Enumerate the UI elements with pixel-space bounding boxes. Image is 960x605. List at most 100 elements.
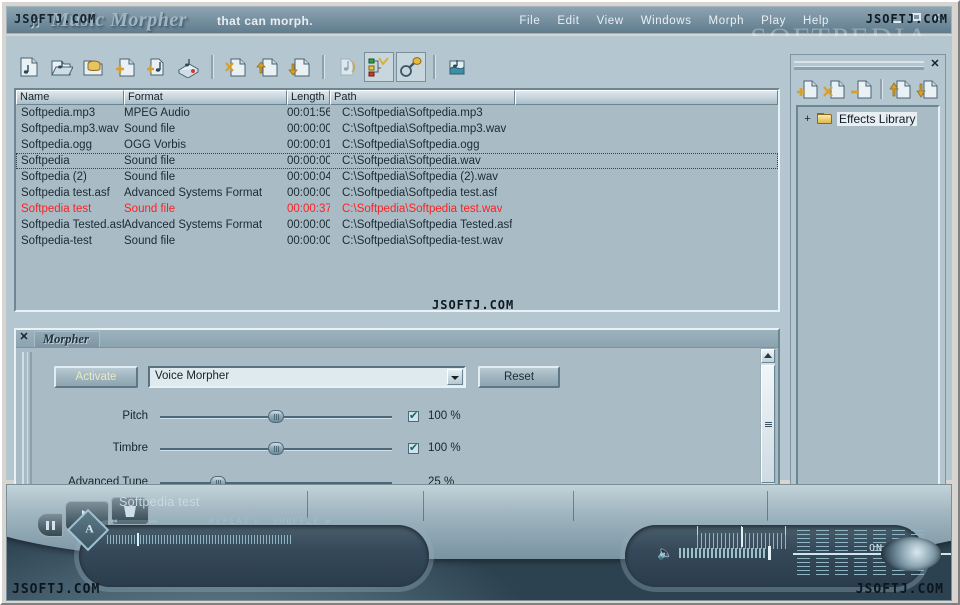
scrollbar-thumb[interactable] bbox=[761, 365, 775, 483]
file-list[interactable]: Name Format Length Path Softpedia.mp3 MP… bbox=[14, 88, 780, 312]
repeat-icon[interactable]: ↻ bbox=[254, 517, 260, 527]
cell-name: Softpedia (2) bbox=[21, 171, 87, 183]
pitch-checkbox[interactable] bbox=[408, 409, 419, 422]
skip-previous-icon[interactable]: ⏮ bbox=[109, 517, 149, 527]
skip-next-icon[interactable]: ⏭ bbox=[149, 517, 209, 527]
dock-drag-bar[interactable]: ✕ bbox=[794, 58, 942, 72]
column-header-extra[interactable] bbox=[515, 90, 778, 105]
seek-slider[interactable] bbox=[107, 533, 292, 546]
window-controls: ✕ bbox=[890, 11, 945, 26]
cell-length: 00:00:04 bbox=[287, 171, 330, 183]
effects-tree[interactable]: + Effects Library bbox=[796, 105, 940, 501]
tree-node-label: Effects Library bbox=[837, 112, 918, 126]
shuffle-label[interactable]: SHUFFLE bbox=[272, 517, 320, 527]
cell-format: Sound file bbox=[124, 155, 176, 167]
table-row[interactable]: Softpedia Sound file 00:00:00 C:\Softped… bbox=[16, 153, 778, 169]
table-row[interactable]: Softpedia Tested.asf Advanced Systems Fo… bbox=[16, 217, 778, 233]
volume-control[interactable]: 🔈 bbox=[657, 545, 772, 561]
table-row[interactable]: Softpedia.ogg OGG Vorbis 00:00:01 C:\Sof… bbox=[16, 137, 778, 153]
cell-name: Softpedia.ogg bbox=[21, 139, 92, 151]
volume-knob[interactable] bbox=[768, 546, 772, 560]
record-button[interactable] bbox=[174, 52, 204, 82]
preset-select[interactable]: Voice Morpher bbox=[148, 366, 466, 388]
menu-item-edit[interactable]: Edit bbox=[555, 14, 581, 28]
column-header-format[interactable]: Format bbox=[124, 90, 287, 105]
cell-name: Softpedia.mp3.wav bbox=[21, 123, 119, 135]
table-row[interactable]: Softpedia.mp3 MPEG Audio 00:01:56 C:\Sof… bbox=[16, 105, 778, 121]
dock-close-button[interactable]: ✕ bbox=[929, 58, 941, 71]
table-row[interactable]: Softpedia test.asf Advanced Systems Form… bbox=[16, 185, 778, 201]
save-file-button[interactable] bbox=[78, 52, 108, 82]
column-header-name[interactable]: Name bbox=[16, 90, 124, 105]
dock-grip[interactable] bbox=[794, 61, 924, 70]
scroll-up-arrow[interactable] bbox=[761, 349, 775, 363]
morpher-close-button[interactable]: ✕ bbox=[18, 331, 30, 344]
pause-button[interactable] bbox=[37, 513, 63, 537]
maximize-button[interactable] bbox=[909, 11, 926, 26]
add-file-button[interactable] bbox=[110, 52, 140, 82]
voice-morph-button[interactable] bbox=[396, 52, 426, 82]
chevron-down-icon[interactable] bbox=[447, 369, 463, 385]
move-up-button[interactable] bbox=[253, 52, 283, 82]
menu-item-morph[interactable]: Morph bbox=[707, 14, 747, 28]
cell-path: C:\Softpedia\Softpedia.wav bbox=[342, 155, 481, 167]
menu-item-windows[interactable]: Windows bbox=[639, 14, 694, 28]
timbre-checkbox[interactable] bbox=[408, 441, 419, 454]
cell-format: Sound file bbox=[124, 235, 176, 247]
cell-length: 00:01:56 bbox=[287, 107, 330, 119]
effect-up-button[interactable] bbox=[888, 76, 914, 102]
effects-tree-button[interactable] bbox=[364, 52, 394, 82]
menu-item-help[interactable]: Help bbox=[801, 14, 831, 28]
cell-name: Softpedia-test bbox=[21, 235, 92, 247]
main-toolbar bbox=[14, 50, 780, 84]
timbre-label: Timbre bbox=[112, 442, 148, 454]
seek-position-marker[interactable] bbox=[137, 533, 139, 546]
table-row[interactable]: Softpedia-test Sound file 00:00:00 C:\So… bbox=[16, 233, 778, 249]
cell-format: Advanced Systems Format bbox=[124, 219, 263, 231]
speaker-icon: 🔈 bbox=[657, 545, 674, 560]
play-list-button[interactable] bbox=[332, 52, 362, 82]
repeat-label[interactable]: REPEAT bbox=[209, 517, 250, 527]
column-header-path[interactable]: Path bbox=[330, 90, 515, 105]
tree-node-effects-library[interactable]: + Effects Library bbox=[798, 111, 938, 127]
balance-cursor[interactable] bbox=[741, 527, 743, 547]
morpher-tab[interactable]: Morpher bbox=[34, 331, 100, 347]
shuffle-123-icon[interactable]: ⇄ bbox=[325, 517, 331, 527]
expand-plus-icon[interactable]: + bbox=[802, 113, 813, 125]
menu-item-view[interactable]: View bbox=[595, 14, 626, 28]
pitch-slider-thumb[interactable] bbox=[268, 410, 284, 423]
mixer-button[interactable] bbox=[443, 52, 473, 82]
move-down-button[interactable] bbox=[285, 52, 315, 82]
add-effect-button[interactable] bbox=[795, 76, 821, 102]
new-file-button[interactable] bbox=[14, 52, 44, 82]
edit-effect-button[interactable] bbox=[849, 76, 875, 102]
cell-length: 00:00:00 bbox=[287, 123, 330, 135]
remove-file-button[interactable] bbox=[221, 52, 251, 82]
app-title: Music Morpher bbox=[51, 9, 187, 31]
morpher-drag-grip[interactable] bbox=[22, 352, 32, 504]
client-area: Name Format Length Path Softpedia.mp3 MP… bbox=[6, 36, 952, 516]
delete-effect-button[interactable] bbox=[822, 76, 848, 102]
menu-item-file[interactable]: File bbox=[517, 14, 542, 28]
title-bar: ♫ Music Morpher that can morph. File Edi… bbox=[6, 6, 952, 34]
effect-down-button[interactable] bbox=[915, 76, 941, 102]
table-row[interactable]: Softpedia test Sound file 00:00:37 C:\So… bbox=[16, 201, 778, 217]
effects-toolbar bbox=[795, 75, 941, 103]
column-header-length[interactable]: Length bbox=[287, 90, 330, 105]
cell-length: 00:00:00 bbox=[287, 155, 330, 167]
timbre-slider-thumb[interactable] bbox=[268, 442, 284, 455]
close-button[interactable]: ✕ bbox=[928, 11, 945, 26]
reset-button[interactable]: Reset bbox=[478, 366, 560, 388]
table-row[interactable]: Softpedia (2) Sound file 00:00:04 C:\Sof… bbox=[16, 169, 778, 185]
activate-button[interactable]: Activate bbox=[54, 366, 138, 388]
open-file-button[interactable] bbox=[46, 52, 76, 82]
volume-slider[interactable] bbox=[679, 546, 772, 560]
music-note-icon: ♫ bbox=[27, 12, 41, 31]
cell-length: 00:00:37 bbox=[287, 203, 330, 215]
menu-item-play[interactable]: Play bbox=[759, 14, 788, 28]
pause-icon bbox=[45, 520, 55, 530]
table-row[interactable]: Softpedia.mp3.wav Sound file 00:00:00 C:… bbox=[16, 121, 778, 137]
minimize-button[interactable] bbox=[890, 11, 907, 26]
toolbar-separator-3 bbox=[433, 55, 436, 79]
add-music-button[interactable] bbox=[142, 52, 172, 82]
